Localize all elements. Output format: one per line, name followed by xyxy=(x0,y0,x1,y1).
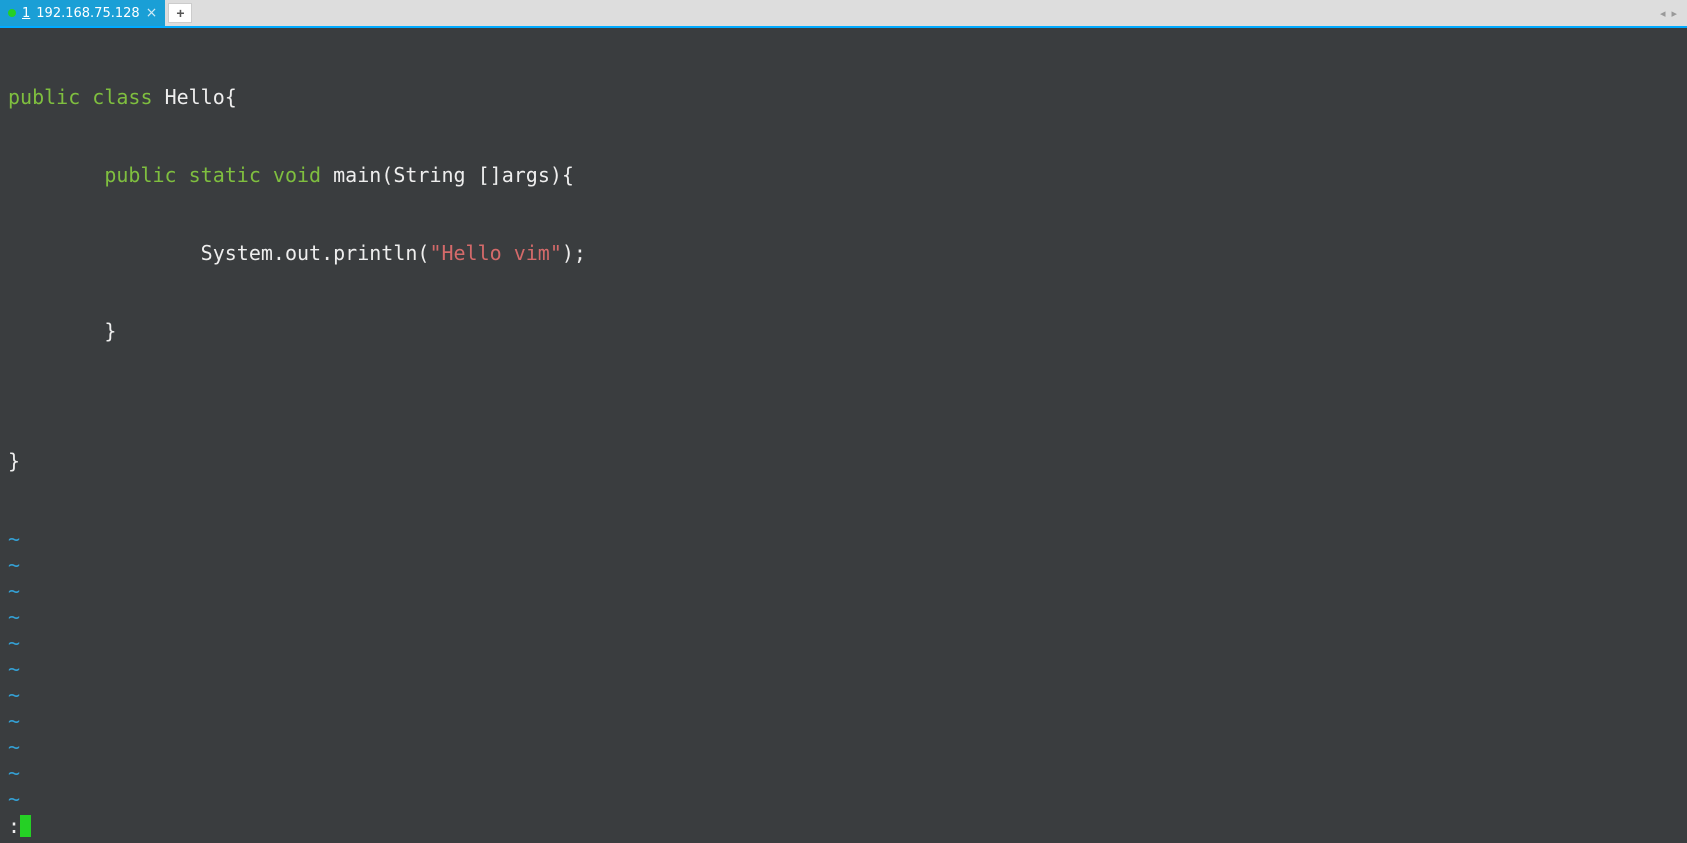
code-line: } xyxy=(8,448,1679,474)
tab-index: 1 xyxy=(22,6,30,21)
tab-next-icon[interactable]: ▸ xyxy=(1671,7,1677,20)
tab-title: 192.168.75.128 xyxy=(36,6,139,21)
tab-bar: 1 192.168.75.128 × + ◂ ▸ xyxy=(0,0,1687,28)
code-line: public class Hello{ xyxy=(8,84,1679,110)
new-tab-button[interactable]: + xyxy=(168,3,192,23)
terminal-window: 1 192.168.75.128 × + ◂ ▸ public class He… xyxy=(0,0,1687,843)
command-prompt: : xyxy=(8,813,20,839)
empty-lines: ~~~ ~~~ ~~~ ~~~ ~~~ ~~~ ~~~ xyxy=(8,526,1679,809)
command-line[interactable]: : xyxy=(0,813,1687,843)
code-line: } xyxy=(8,318,1679,344)
code-line: System.out.println("Hello vim"); xyxy=(8,240,1679,266)
close-icon[interactable]: × xyxy=(146,5,158,21)
tab-nav: ◂ ▸ xyxy=(1660,0,1687,26)
connection-status-icon xyxy=(8,9,16,17)
tab-prev-icon[interactable]: ◂ xyxy=(1660,7,1666,20)
cursor-icon xyxy=(20,815,31,837)
editor-content: public class Hello{ public static void m… xyxy=(8,32,1679,526)
code-line: public static void main(String []args){ xyxy=(8,162,1679,188)
terminal-viewport[interactable]: public class Hello{ public static void m… xyxy=(0,28,1687,813)
tab-active[interactable]: 1 192.168.75.128 × xyxy=(0,0,165,26)
